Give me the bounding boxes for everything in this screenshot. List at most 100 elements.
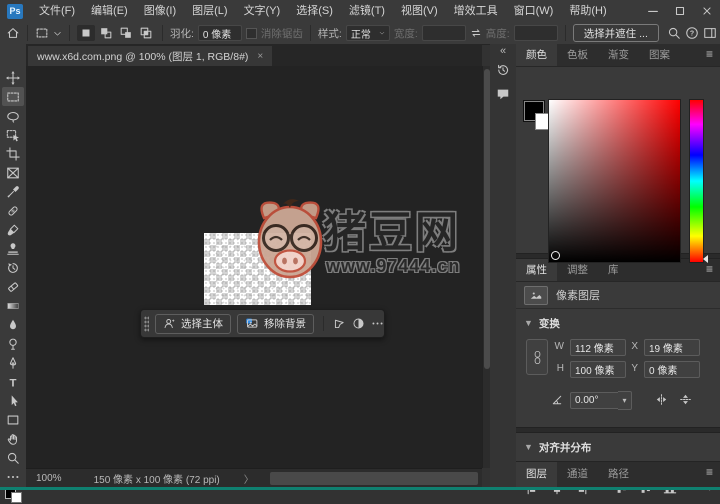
lasso-tool[interactable]	[2, 106, 24, 125]
menu-item-1[interactable]: 编辑(E)	[83, 0, 136, 22]
menu-item-2[interactable]: 图像(I)	[136, 0, 184, 22]
tab-close-icon[interactable]: ×	[257, 51, 263, 62]
collapse-chevron-icon[interactable]: ▼	[524, 318, 533, 328]
tool-preset-chevron-icon[interactable]	[53, 29, 62, 38]
zoom-tool[interactable]	[2, 448, 24, 467]
minimize-icon[interactable]	[639, 0, 666, 22]
menu-item-10[interactable]: 帮助(H)	[561, 0, 614, 22]
path-selection-tool[interactable]	[2, 391, 24, 410]
help-icon[interactable]: ?	[685, 26, 699, 40]
menu-item-5[interactable]: 选择(S)	[288, 0, 341, 22]
new-selection-icon[interactable]	[77, 25, 95, 41]
select-subject-button[interactable]: 选择主体	[155, 313, 231, 334]
foreground-background-colors[interactable]	[4, 488, 22, 503]
hue-slider[interactable]	[689, 99, 704, 263]
width-field-label: W	[554, 341, 564, 352]
eraser-tool[interactable]	[2, 277, 24, 296]
transform-section: ▼ 变换 W 112 像素 X 19 像素 H 100 像素 Y 0 像素 0.…	[516, 309, 720, 427]
intersect-selection-icon[interactable]	[137, 25, 155, 41]
select-and-mask-button[interactable]: 选择并遮住 ...	[572, 24, 659, 42]
status-chevron-icon[interactable]: 〉	[244, 471, 254, 486]
more-options-icon[interactable]	[371, 317, 384, 330]
home-icon[interactable]	[6, 26, 20, 40]
feather-input[interactable]: 0 像素	[197, 25, 242, 41]
tab-color-0[interactable]: 颜色	[516, 44, 557, 66]
frame-tool[interactable]	[2, 163, 24, 182]
crop-tool[interactable]	[2, 144, 24, 163]
menu-item-6[interactable]: 滤镜(T)	[341, 0, 393, 22]
dodge-tool[interactable]	[2, 334, 24, 353]
menu-item-8[interactable]: 增效工具	[446, 0, 506, 22]
angle-dropdown-icon[interactable]: ▾	[618, 391, 632, 410]
comments-panel-icon[interactable]	[490, 82, 516, 106]
panel-menu-icon[interactable]: ≡	[698, 44, 720, 66]
transform-x-input[interactable]: 19 像素	[644, 339, 700, 356]
zoom-level[interactable]: 100%	[36, 473, 62, 484]
menu-item-3[interactable]: 图层(L)	[184, 0, 235, 22]
width-input[interactable]	[421, 25, 466, 41]
link-dimensions-icon[interactable]	[526, 339, 548, 375]
gradient-tool[interactable]	[2, 296, 24, 315]
adjustment-icon[interactable]	[352, 317, 365, 330]
transform-height-input[interactable]: 100 像素	[570, 361, 626, 378]
horizontal-scrollbar[interactable]	[270, 472, 478, 485]
marquee-tool[interactable]	[2, 87, 24, 106]
blur-tool[interactable]	[2, 315, 24, 334]
layers-panel-tabs: 图层 通道 路径 ≡	[516, 461, 720, 487]
transform-icon[interactable]	[333, 317, 346, 330]
collapse-chevron-icon[interactable]: ▼	[524, 442, 533, 452]
pen-tool[interactable]	[2, 353, 24, 372]
tab-layers-0[interactable]: 图层	[516, 462, 557, 487]
tab-color-1[interactable]: 色板	[557, 44, 598, 66]
tab-color-3[interactable]: 图案	[639, 44, 680, 66]
panel-menu-icon[interactable]: ≡	[698, 462, 720, 487]
svg-text:?: ?	[690, 31, 694, 38]
edit-toolbar-icon[interactable]	[2, 467, 24, 486]
close-icon[interactable]	[693, 0, 720, 22]
height-input[interactable]	[513, 25, 558, 41]
flip-horizontal-icon[interactable]	[652, 391, 670, 408]
style-dropdown[interactable]: 正常	[345, 25, 390, 41]
transform-y-input[interactable]: 0 像素	[644, 361, 700, 378]
status-bar: 100% 150 像素 x 100 像素 (72 ppi) 〉	[26, 468, 482, 488]
brush-tool[interactable]	[2, 220, 24, 239]
rectangle-tool[interactable]	[2, 410, 24, 429]
move-tool[interactable]	[2, 68, 24, 87]
document-canvas[interactable]	[204, 233, 311, 305]
search-icon[interactable]	[667, 26, 681, 40]
tab-color-2[interactable]: 渐变	[598, 44, 639, 66]
menu-item-0[interactable]: 文件(F)	[31, 0, 83, 22]
remove-background-button[interactable]: 移除背景	[237, 313, 314, 334]
menu-item-7[interactable]: 视图(V)	[393, 0, 446, 22]
swap-dimensions-icon[interactable]	[470, 27, 482, 39]
hand-tool[interactable]	[2, 429, 24, 448]
tab-layers-2[interactable]: 路径	[598, 462, 639, 487]
color-picker-ring[interactable]	[551, 251, 560, 260]
workspace-icon[interactable]	[703, 26, 717, 40]
maximize-icon[interactable]	[666, 0, 693, 22]
menu-item-4[interactable]: 文字(Y)	[236, 0, 289, 22]
background-color[interactable]	[10, 492, 22, 503]
svg-text:T: T	[10, 377, 17, 389]
drag-handle[interactable]	[144, 315, 149, 332]
subtract-selection-icon[interactable]	[117, 25, 135, 41]
flip-vertical-icon[interactable]	[676, 391, 694, 408]
menu-item-9[interactable]: 窗口(W)	[506, 0, 562, 22]
add-selection-icon[interactable]	[97, 25, 115, 41]
saturation-brightness-field[interactable]	[548, 99, 681, 263]
tool-preset-icon[interactable]	[35, 26, 49, 40]
expand-panels-icon[interactable]: «	[490, 44, 516, 58]
healing-brush-tool[interactable]	[2, 201, 24, 220]
tab-layers-1[interactable]: 通道	[557, 462, 598, 487]
hue-slider-marker[interactable]	[703, 255, 708, 263]
eyedropper-tool[interactable]	[2, 182, 24, 201]
history-brush-tool[interactable]	[2, 258, 24, 277]
clone-stamp-tool[interactable]	[2, 239, 24, 258]
antialias-checkbox[interactable]	[245, 27, 257, 39]
feather-label: 羽化:	[170, 27, 194, 40]
history-panel-icon[interactable]	[490, 58, 516, 82]
object-selection-tool[interactable]	[2, 125, 24, 144]
document-tab[interactable]: www.x6d.com.png @ 100% (图层 1, RGB/8#) ×	[28, 46, 273, 66]
transform-width-input[interactable]: 112 像素	[570, 339, 626, 356]
type-tool[interactable]: T	[2, 372, 24, 391]
